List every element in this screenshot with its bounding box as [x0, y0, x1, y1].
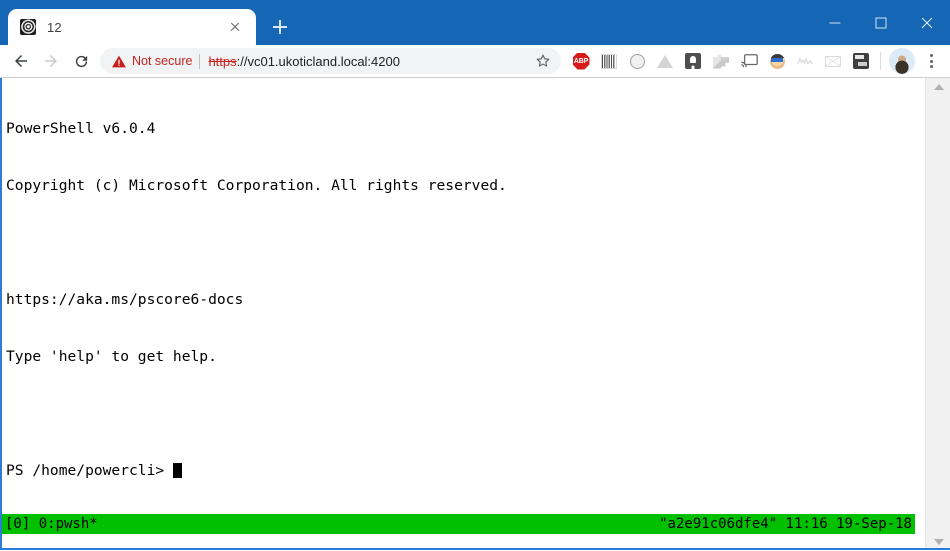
- back-button[interactable]: [6, 46, 36, 76]
- tmux-status-bar: [0] 0:pwsh* "a2e91c06dfe4" 11:16 19-Sep-…: [2, 514, 915, 534]
- reload-button[interactable]: [66, 46, 96, 76]
- page-scrollbar[interactable]: [925, 78, 950, 550]
- terminal-output[interactable]: PowerShell v6.0.4 Copyright (c) Microsof…: [2, 78, 925, 514]
- url-scheme: https: [208, 53, 237, 69]
- terminal-line: PowerShell v6.0.4: [6, 120, 156, 137]
- browser-toolbar: Not secure https://vc01.ukoticland.local…: [0, 45, 950, 78]
- bookmark-star-icon[interactable]: [531, 49, 555, 73]
- omnibox-divider: [199, 53, 201, 69]
- dark-note-icon[interactable]: [847, 47, 875, 75]
- tab-bar: 12: [0, 0, 950, 45]
- waveform-icon[interactable]: [791, 47, 819, 75]
- abp-badge: ABP: [572, 52, 590, 70]
- close-window-button[interactable]: [904, 0, 950, 45]
- terminal-container[interactable]: PowerShell v6.0.4 Copyright (c) Microsof…: [0, 78, 925, 550]
- terminal-prompt: PS /home/powercli>: [6, 462, 173, 479]
- address-bar[interactable]: Not secure https://vc01.ukoticland.local…: [100, 48, 561, 74]
- cast-icon[interactable]: [735, 47, 763, 75]
- terminal-line: Type 'help' to get help.: [6, 348, 217, 365]
- url-text: https://vc01.ukoticland.local:4200: [208, 54, 527, 69]
- extensions-area: ABP: [567, 47, 875, 75]
- avatar[interactable]: [889, 48, 915, 74]
- envelope-icon[interactable]: [819, 47, 847, 75]
- browser-tab[interactable]: 12: [8, 9, 256, 45]
- reload-icon: [75, 55, 87, 67]
- chrome-menu-icon[interactable]: [918, 48, 944, 74]
- not-secure-warning-icon: [112, 55, 126, 68]
- terminal-line: Copyright (c) Microsoft Corporation. All…: [6, 177, 507, 194]
- window-controls: [812, 0, 950, 45]
- tab-title: 12: [47, 19, 62, 35]
- scroll-up-arrow-icon[interactable]: [926, 78, 950, 95]
- tmux-status-right: "a2e91c06dfe4" 11:16 19-Sep-18: [659, 516, 912, 532]
- tab-strip: 12: [0, 0, 295, 45]
- new-tab-button[interactable]: [265, 12, 295, 42]
- adblock-plus-icon[interactable]: ABP: [567, 47, 595, 75]
- close-tab-icon[interactable]: [224, 16, 246, 38]
- window-bottom-edge: [0, 548, 950, 550]
- page-content: PowerShell v6.0.4 Copyright (c) Microsof…: [0, 78, 950, 550]
- google-drive-icon[interactable]: [651, 47, 679, 75]
- spiral-favicon: [20, 19, 36, 35]
- security-status-label: Not secure: [132, 54, 193, 68]
- emoji-avatar-icon[interactable]: [763, 47, 791, 75]
- scrollbar-thumb[interactable]: [929, 96, 948, 532]
- forward-arrow-icon: [45, 55, 57, 67]
- maximize-button[interactable]: [858, 0, 904, 45]
- back-arrow-icon: [15, 55, 27, 67]
- terminal-cursor: [172, 463, 182, 478]
- circle-icon[interactable]: [623, 47, 651, 75]
- puzzle-extension-icon[interactable]: [707, 47, 735, 75]
- barcode-icon[interactable]: [595, 47, 623, 75]
- minimize-button[interactable]: [812, 0, 858, 45]
- tmux-status-left: [0] 0:pwsh*: [5, 516, 98, 532]
- google-keep-icon[interactable]: [679, 47, 707, 75]
- toolbar-divider: [880, 52, 881, 70]
- terminal-line: https://aka.ms/pscore6-docs: [6, 291, 244, 308]
- browser-window: 12 Not secure https://vc01.ukoticland.lo…: [0, 0, 950, 551]
- forward-button[interactable]: [36, 46, 66, 76]
- terminal-prompt-line: PS /home/powercli>: [6, 461, 925, 480]
- url-host: ://vc01.ukoticland.local:4200: [236, 53, 400, 69]
